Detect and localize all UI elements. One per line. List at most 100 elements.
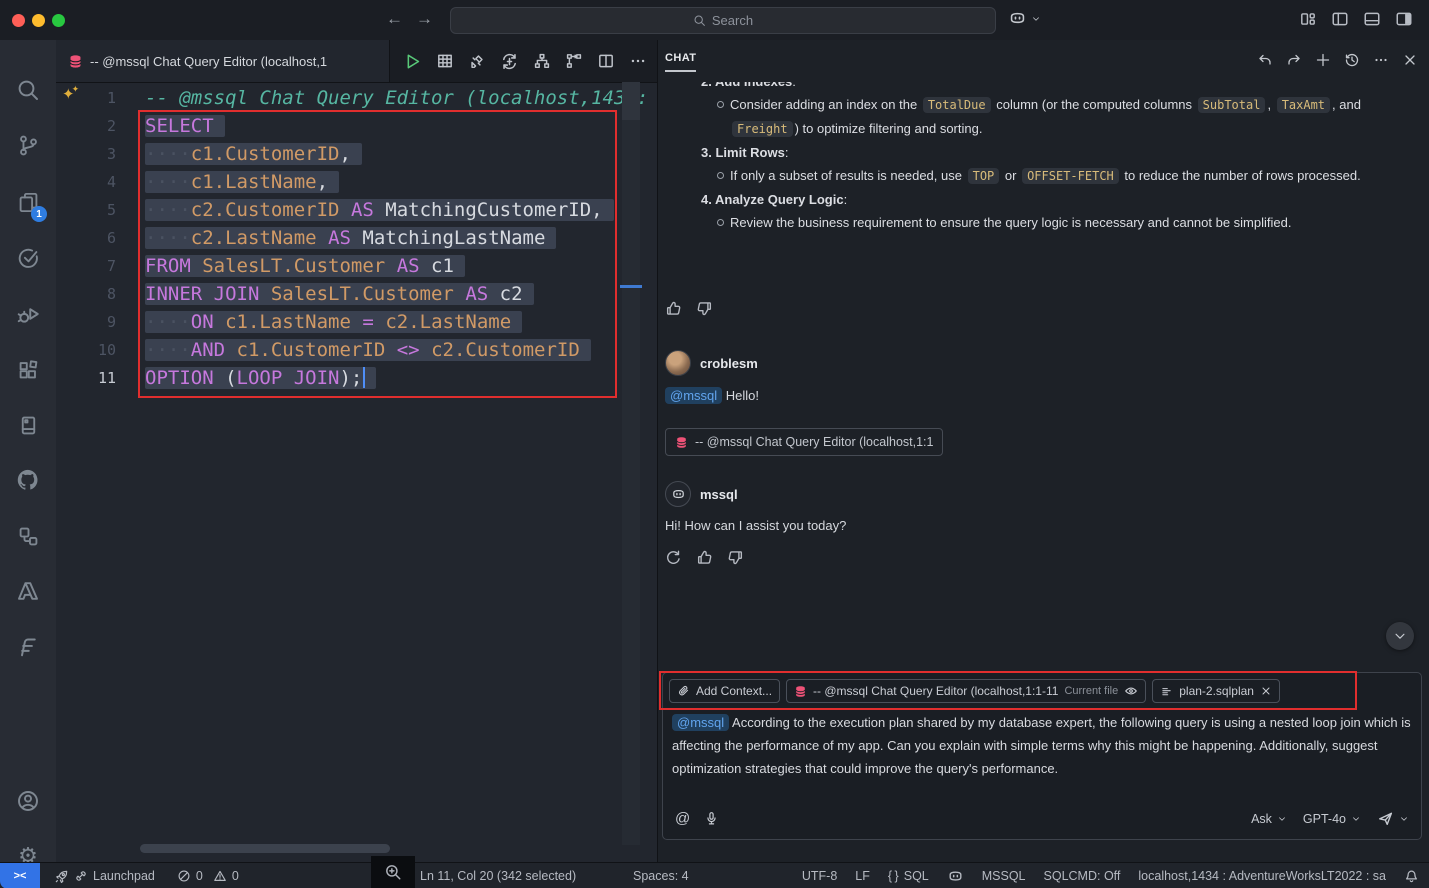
activity-bar: 1 ⚙	[0, 40, 56, 862]
eye-icon[interactable]	[1124, 684, 1138, 698]
sidebar-item-search[interactable]	[0, 68, 56, 112]
sidebar-item-testing[interactable]	[0, 236, 56, 280]
close-icon[interactable]	[1260, 685, 1272, 697]
remote-indicator[interactable]: ><	[0, 863, 40, 888]
horizontal-scrollbar[interactable]	[140, 844, 390, 853]
notifications-button[interactable]	[1404, 869, 1419, 884]
sidebar-item-sql-connections[interactable]	[0, 514, 56, 558]
sqlcmd-status[interactable]: SQLCMD: Off	[1044, 869, 1121, 883]
github-icon	[15, 467, 41, 493]
account-button[interactable]	[0, 779, 56, 823]
retry-icon[interactable]	[665, 549, 682, 566]
chat-panel: CHAT 2. Add Indexes:Consider adding an i…	[657, 40, 1429, 862]
current-file-badge: Current file	[1064, 685, 1118, 697]
avatar	[665, 350, 691, 376]
indentation-setting[interactable]: Spaces: 4	[633, 869, 689, 883]
context-chip-current-file[interactable]: -- @mssql Chat Query Editor (localhost,1…	[786, 679, 1146, 703]
context-chip-sqlplan[interactable]: plan-2.sqlplan	[1152, 679, 1280, 703]
chat-list-item: 4. Analyze Query Logic:Review the busine…	[664, 188, 1424, 234]
change-connection-icon[interactable]	[500, 52, 519, 71]
thumbs-up-icon[interactable]	[696, 549, 713, 566]
chat-input-text[interactable]: @mssql According to the execution plan s…	[672, 711, 1412, 780]
copilot-menu-button[interactable]	[1008, 9, 1041, 28]
thumbs-up-icon[interactable]	[665, 300, 682, 317]
actual-plan-icon[interactable]	[565, 52, 583, 70]
split-editor-icon[interactable]	[597, 52, 615, 70]
code-line: ····c1.CustomerID,	[145, 140, 648, 168]
close-icon[interactable]	[1402, 52, 1418, 68]
mode-dropdown[interactable]: Ask	[1251, 812, 1287, 826]
undo-icon[interactable]	[1257, 52, 1273, 68]
line-number: 7	[56, 252, 116, 280]
redo-icon[interactable]	[1286, 52, 1302, 68]
plug-icon	[74, 869, 88, 883]
sidebar-item-azure[interactable]	[0, 569, 56, 613]
estimated-plan-icon[interactable]	[533, 52, 551, 70]
editor-tab[interactable]: -- @mssql Chat Query Editor (localhost,1	[56, 40, 390, 82]
eol-setting[interactable]: LF	[855, 869, 870, 883]
nav-forward-icon[interactable]: →	[416, 9, 433, 29]
nav-back-icon[interactable]: ←	[386, 9, 403, 29]
mention-chip[interactable]: @mssql	[672, 714, 729, 731]
problems-button[interactable]: 0 0	[177, 869, 239, 883]
thumbs-down-icon[interactable]	[696, 300, 713, 317]
cursor-position[interactable]: Ln 11, Col 20 (342 selected)	[420, 869, 576, 883]
mention-chip[interactable]: @mssql	[665, 387, 722, 404]
sidebar-item-notebooks[interactable]	[0, 403, 56, 447]
zoom-window-button[interactable]	[52, 14, 65, 27]
close-window-button[interactable]	[12, 14, 25, 27]
search-input[interactable]: Search	[450, 7, 996, 34]
language-mode[interactable]: { }SQL	[888, 869, 929, 883]
tab-chat[interactable]: CHAT	[665, 52, 696, 72]
model-dropdown[interactable]: GPT-4o	[1303, 812, 1361, 826]
more-actions-icon[interactable]	[629, 52, 647, 70]
sidebar-item-explorer[interactable]: 1	[0, 180, 56, 224]
add-context-button[interactable]: Add Context...	[669, 679, 780, 703]
copilot-icon	[671, 487, 686, 502]
notebook-icon	[17, 414, 40, 437]
new-chat-icon[interactable]	[1315, 52, 1331, 68]
send-button[interactable]	[1377, 810, 1409, 827]
more-actions-icon[interactable]	[1373, 52, 1389, 68]
sidebar-item-run-debug[interactable]	[0, 292, 56, 336]
title-bar: ← → Search	[0, 0, 1429, 41]
line-number: 1	[56, 84, 116, 112]
sidebar-item-flyway[interactable]	[0, 625, 56, 669]
code-line: OPTION (LOOP JOIN);	[145, 364, 648, 392]
launchpad-button[interactable]: Launchpad	[54, 869, 155, 884]
minimize-window-button[interactable]	[32, 14, 45, 27]
toggle-panel-icon[interactable]	[1363, 10, 1381, 28]
add-context-label: Add Context...	[696, 684, 772, 698]
assistant-message-header: mssql	[665, 481, 738, 507]
run-query-icon[interactable]	[403, 52, 422, 71]
chat-header: CHAT	[658, 40, 1429, 82]
copilot-status[interactable]	[947, 868, 964, 885]
context-chip-label: -- @mssql Chat Query Editor (localhost,1…	[813, 684, 1058, 698]
microphone-icon[interactable]	[704, 811, 719, 826]
connection-status[interactable]: localhost,1434 : AdventureWorksLT2022 : …	[1138, 869, 1386, 883]
chat-list-item: 3. Limit Rows:If only a subset of result…	[664, 141, 1424, 188]
minimap-scrollbar[interactable]	[622, 82, 640, 845]
sidebar-item-github[interactable]	[0, 458, 56, 502]
sidebar-item-extensions[interactable]	[0, 348, 56, 392]
results-grid-icon[interactable]	[436, 52, 454, 70]
toggle-primary-sidebar-icon[interactable]	[1331, 10, 1349, 28]
screen-zoom-button[interactable]	[371, 856, 415, 888]
chat-input-box[interactable]: Add Context... -- @mssql Chat Query Edit…	[662, 672, 1422, 840]
code-line: INNER JOIN SalesLT.Customer AS c2	[145, 280, 648, 308]
bullet-circle-icon	[717, 101, 724, 108]
encoding-setting[interactable]: UTF-8	[802, 869, 837, 883]
code-editor[interactable]: ✦✦ 1234567891011 -- @mssql Chat Query Ed…	[56, 82, 657, 862]
mssql-status[interactable]: MSSQL	[982, 869, 1026, 883]
customize-layout-icon[interactable]	[1299, 10, 1317, 28]
history-icon[interactable]	[1344, 52, 1360, 68]
toggle-secondary-sidebar-icon[interactable]	[1395, 10, 1413, 28]
sidebar-item-source-control[interactable]	[0, 123, 56, 167]
disconnect-icon[interactable]	[468, 52, 486, 70]
attachment-chip[interactable]: -- @mssql Chat Query Editor (localhost,1…	[665, 428, 943, 456]
mention-button[interactable]: @	[675, 810, 690, 827]
thumbs-down-icon[interactable]	[727, 549, 744, 566]
errors-icon	[177, 869, 191, 883]
scroll-to-bottom-button[interactable]	[1386, 622, 1414, 650]
code-line: ····AND c1.CustomerID <> c2.CustomerID	[145, 336, 648, 364]
